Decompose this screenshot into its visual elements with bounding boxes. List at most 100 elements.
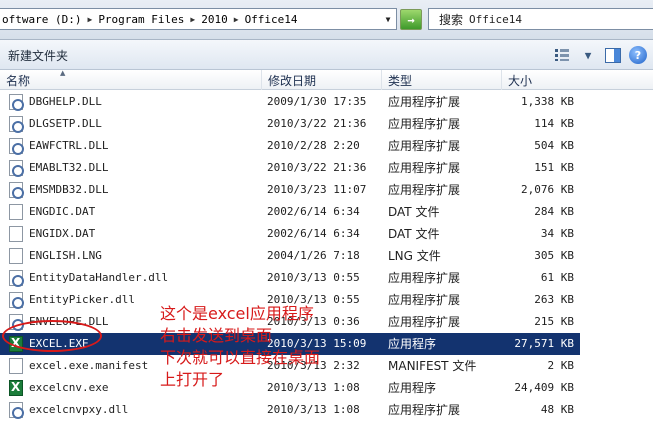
breadcrumb-2010[interactable]: 2010 — [199, 13, 230, 26]
file-date: 2004/1/26 7:18 — [267, 249, 360, 262]
file-name: ENGIDX.DAT — [29, 227, 96, 240]
file-name: EntityPicker.dll — [29, 293, 135, 306]
help-icon[interactable]: ? — [629, 46, 647, 64]
file-size: 2,076 KB — [521, 183, 574, 196]
new-folder-button[interactable]: 新建文件夹 — [8, 47, 68, 64]
search-term: Office14 — [469, 12, 522, 26]
column-header-name-label: 名称 — [6, 73, 31, 88]
refresh-button[interactable]: → — [400, 9, 422, 30]
file-type: 应用程序扩展 — [388, 161, 461, 175]
file-icon — [9, 248, 23, 264]
address-bar[interactable]: oftware (D:) ▶ Program Files ▶ 2010 ▶ Of… — [0, 8, 397, 30]
dll-icon — [9, 270, 24, 287]
file-name: EMABLT32.DLL — [29, 161, 109, 174]
file-name: EMSMDB32.DLL — [29, 183, 109, 196]
column-header-type[interactable]: 类型 — [382, 70, 502, 90]
dll-icon — [9, 402, 24, 419]
file-type: DAT 文件 — [388, 205, 440, 219]
file-size: 305 KB — [534, 249, 574, 262]
search-label: 搜索 — [439, 12, 464, 27]
file-name: EntityDataHandler.dll — [29, 271, 169, 284]
file-type: 应用程序扩展 — [388, 139, 461, 153]
file-size: 114 KB — [534, 117, 574, 130]
file-type: 应用程序扩展 — [388, 117, 461, 131]
column-header-size[interactable]: 大小 — [502, 70, 653, 90]
file-name: excelcnv.exe — [29, 381, 109, 394]
column-headers: ▲ 名称 修改日期 类型 大小 — [0, 69, 653, 90]
file-row[interactable]: EMSMDB32.DLL 2010/3/23 11:07 应用程序扩展 2,076 K… — [0, 179, 580, 201]
file-type: MANIFEST 文件 — [388, 359, 477, 373]
preview-pane-icon[interactable] — [605, 47, 621, 63]
file-date: 2010/3/22 21:36 — [267, 161, 367, 174]
file-row[interactable]: EAWFCTRL.DLL 2010/2/28 2:20 应用程序扩展 504 KB — [0, 135, 580, 157]
file-row[interactable]: ENGDIC.DAT 2002/6/14 6:34 DAT 文件 284 KB — [0, 201, 580, 223]
file-size: 215 KB — [534, 315, 574, 328]
address-bar-region: oftware (D:) ▶ Program Files ▶ 2010 ▶ Of… — [0, 0, 653, 40]
breadcrumb-program-files[interactable]: Program Files — [96, 13, 186, 26]
address-dropdown-icon[interactable]: ▼ — [380, 9, 396, 29]
file-size: 34 KB — [540, 227, 574, 240]
file-name: ENGLISH.LNG — [29, 249, 102, 262]
file-row[interactable]: DLGSETP.DLL 2010/3/22 21:36 应用程序扩展 114 KB — [0, 113, 580, 135]
dll-icon — [9, 138, 24, 155]
breadcrumb-drive[interactable]: oftware (D:) — [0, 13, 83, 26]
file-row[interactable]: excelcnvpxy.dll 2010/3/13 1:08 应用程序扩展 48 KB — [0, 399, 580, 421]
annotation-line: 这个是excel应用程序 — [160, 304, 314, 323]
view-options-icon[interactable] — [553, 47, 571, 64]
file-date: 2010/3/13 1:08 — [267, 403, 360, 416]
file-size: 2 KB — [547, 359, 575, 372]
column-header-date[interactable]: 修改日期 — [262, 70, 382, 90]
file-type: 应用程序扩展 — [388, 271, 461, 285]
file-size: 61 KB — [540, 271, 574, 284]
dll-icon — [9, 292, 24, 309]
view-dropdown-icon[interactable]: ▼ — [579, 47, 597, 64]
toolbar: 新建文件夹 ▼ ? — [0, 40, 653, 70]
annotation-circle — [2, 320, 102, 352]
column-header-type-label: 类型 — [388, 73, 413, 88]
file-type: 应用程序扩展 — [388, 95, 461, 109]
chevron-right-icon[interactable]: ▶ — [230, 15, 243, 24]
annotation-line: 右击发送到桌面 — [160, 326, 273, 345]
file-icon — [9, 226, 23, 242]
chevron-right-icon[interactable]: ▶ — [83, 15, 96, 24]
file-date: 2002/6/14 6:34 — [267, 227, 360, 240]
dll-icon — [9, 160, 24, 177]
file-icon — [9, 204, 23, 220]
file-type: 应用程序扩展 — [388, 183, 461, 197]
column-header-name[interactable]: ▲ 名称 — [0, 69, 262, 90]
file-size: 284 KB — [534, 205, 574, 218]
file-row[interactable]: DBGHELP.DLL 2009/1/30 17:35 应用程序扩展 1,338 KB — [0, 91, 580, 113]
file-name: DLGSETP.DLL — [29, 117, 102, 130]
file-size: 27,571 KB — [514, 337, 574, 350]
dll-icon — [9, 116, 24, 133]
annotation-text: 这个是excel应用程序 右击发送到桌面 下次就可以直接在桌面 上打开了 — [160, 303, 400, 391]
column-header-size-label: 大小 — [508, 73, 533, 88]
file-date: 2010/3/23 11:07 — [267, 183, 367, 196]
file-row[interactable]: EntityDataHandler.dll 2010/3/13 0:55 应用程序扩… — [0, 267, 580, 289]
file-icon — [9, 358, 23, 374]
chevron-right-icon[interactable]: ▶ — [186, 15, 199, 24]
search-input[interactable]: 搜索 Office14 — [428, 8, 653, 30]
breadcrumb-office14[interactable]: Office14 — [243, 13, 300, 26]
sort-up-icon: ▲ — [60, 69, 66, 77]
dll-icon — [9, 94, 24, 111]
file-date: 2010/3/13 0:55 — [267, 271, 360, 284]
file-type: LNG 文件 — [388, 249, 441, 263]
file-size: 1,338 KB — [521, 95, 574, 108]
file-row[interactable]: EMABLT32.DLL 2010/3/22 21:36 应用程序扩展 151 KB — [0, 157, 580, 179]
annotation-line: 下次就可以直接在桌面 — [160, 348, 321, 367]
file-size: 151 KB — [534, 161, 574, 174]
file-name: EAWFCTRL.DLL — [29, 139, 109, 152]
file-date: 2010/3/22 21:36 — [267, 117, 367, 130]
excel-icon — [9, 380, 23, 396]
annotation-line: 上打开了 — [160, 370, 225, 389]
file-row[interactable]: ENGLISH.LNG 2004/1/26 7:18 LNG 文件 305 KB — [0, 245, 580, 267]
file-row[interactable]: ENGIDX.DAT 2002/6/14 6:34 DAT 文件 34 KB — [0, 223, 580, 245]
file-name: DBGHELP.DLL — [29, 95, 102, 108]
file-date: 2009/1/30 17:35 — [267, 95, 367, 108]
file-type: 应用程序扩展 — [388, 403, 461, 417]
file-size: 504 KB — [534, 139, 574, 152]
file-size: 263 KB — [534, 293, 574, 306]
file-type: DAT 文件 — [388, 227, 440, 241]
file-name: excelcnvpxy.dll — [29, 403, 129, 416]
